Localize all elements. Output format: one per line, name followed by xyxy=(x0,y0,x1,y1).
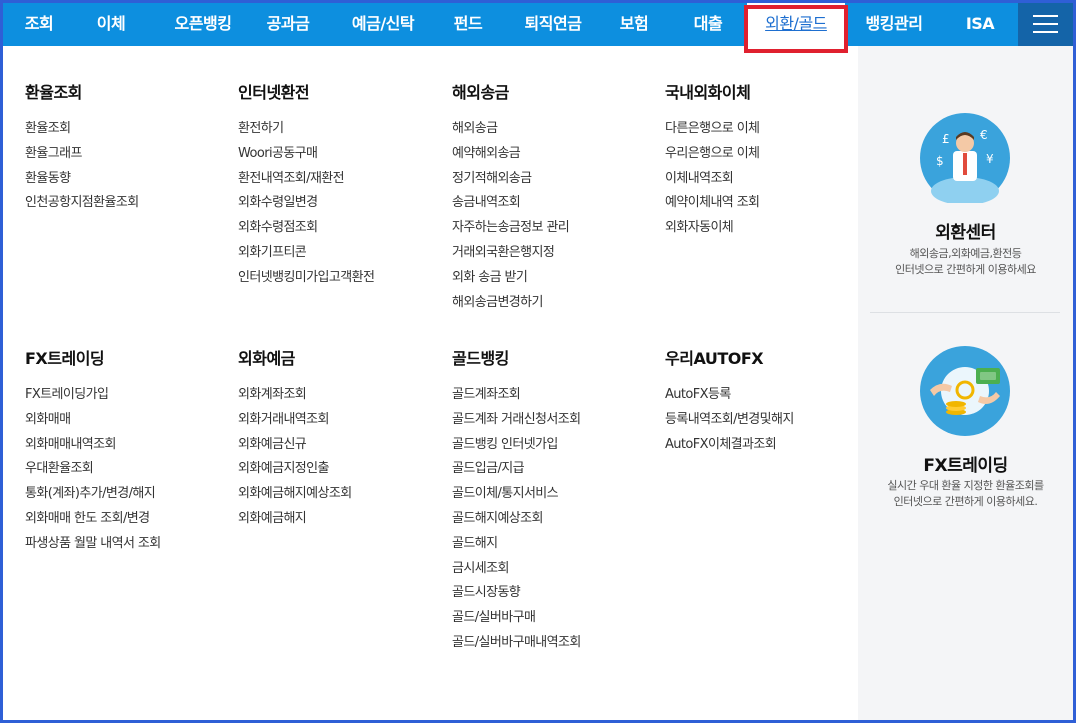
top-navigation: 조회 이체 오픈뱅킹 공과금 예금/신탁 펀드 퇴직연금 보험 대출 외환/골드… xyxy=(3,3,1073,46)
link-exchange-history[interactable]: 환전내역조회/재환전 xyxy=(238,167,374,192)
section-title: 우리AUTOFX xyxy=(665,349,764,368)
link-fx-gifticon[interactable]: 외화기프티콘 xyxy=(238,241,374,266)
nav-item-pension[interactable]: 퇴직연금 xyxy=(508,3,598,46)
nav-item-fx-gold[interactable]: 외환/골드 xyxy=(747,3,845,46)
link-frequent-remittance[interactable]: 자주하는송금정보 관리 xyxy=(452,216,570,241)
link-autofx-result[interactable]: AutoFX이체결과조회 xyxy=(665,433,794,458)
svg-text:£: £ xyxy=(942,132,950,146)
link-remittance-history[interactable]: 송금내역조회 xyxy=(452,191,569,216)
link-fx-trade-history[interactable]: 외화매매내역조회 xyxy=(25,433,161,458)
section-title: 인터넷환전 xyxy=(238,83,310,102)
svg-text:¥: ¥ xyxy=(986,152,994,166)
link-designated-bank[interactable]: 거래외국환은행지정 xyxy=(452,241,569,266)
panel-desc-line1: 해외송금,외화예금,환전등 xyxy=(909,247,1022,260)
section-title: 외화예금 xyxy=(238,349,295,368)
link-receive-remittance[interactable]: 외화 송금 받기 xyxy=(452,266,569,291)
side-promo-panel: £ € $ ¥ 외환센터 해외송금,외화예금,환전등 인터넷으로 간편하게 이용… xyxy=(858,46,1073,720)
link-currency-account-change[interactable]: 통화(계좌)추가/변경/해지 xyxy=(25,482,161,507)
section-domestic-fx-transfer: 국내외화이체 다른은행으로 이체 우리은행으로 이체 이체내역조회 예약이체내역… xyxy=(665,83,760,241)
link-exchange-rate-trend[interactable]: 환율동향 xyxy=(25,167,139,192)
link-fx-trade-limit[interactable]: 외화매매 한도 조회/변경 xyxy=(25,507,161,532)
link-gold-transfer-notice[interactable]: 골드이체/통지서비스 xyxy=(452,482,581,507)
link-fx-deposit-withdrawal[interactable]: 외화예금지정인출 xyxy=(238,457,352,482)
nav-item-insurance[interactable]: 보험 xyxy=(603,3,665,46)
link-gold-deposit-withdraw[interactable]: 골드입금/지급 xyxy=(452,457,581,482)
nav-item-isa[interactable]: ISA xyxy=(947,3,1013,46)
link-incheon-airport-rate[interactable]: 인천공항지점환율조회 xyxy=(25,191,139,216)
link-scheduled-remittance[interactable]: 예약해외송금 xyxy=(452,142,569,167)
link-change-receipt-date[interactable]: 외화수령일변경 xyxy=(238,191,374,216)
link-gold-market-trend[interactable]: 골드시장동향 xyxy=(452,581,581,606)
nav-item-banking-management[interactable]: 뱅킹관리 xyxy=(853,3,935,46)
link-autofx-register[interactable]: AutoFX등록 xyxy=(665,383,794,408)
link-overseas-remittance[interactable]: 해외송금 xyxy=(452,117,569,142)
link-transfer-other-bank[interactable]: 다른은행으로 이체 xyxy=(665,117,760,142)
link-exchange-now[interactable]: 환전하기 xyxy=(238,117,374,142)
link-fx-trading-signup[interactable]: FX트레이딩가입 xyxy=(25,383,161,408)
link-fx-auto-transfer[interactable]: 외화자동이체 xyxy=(665,216,759,241)
link-derivatives-statement[interactable]: 파생상품 월말 내역서 조회 xyxy=(25,532,161,557)
section-overseas-remittance: 해외송금 해외송금 예약해외송금 정기적해외송금 송금내역조회 자주하는송금정보… xyxy=(452,83,570,316)
section-title: 환율조회 xyxy=(25,83,82,102)
section-internet-exchange: 인터넷환전 환전하기 Woori공동구매 환전내역조회/재환전 외화수령일변경 … xyxy=(238,83,375,291)
nav-item-loan[interactable]: 대출 xyxy=(677,3,739,46)
section-fx-deposit: 외화예금 외화계좌조회 외화거래내역조회 외화예금신규 외화예금지정인출 외화예… xyxy=(238,349,352,532)
link-change-remittance[interactable]: 해외송금변경하기 xyxy=(452,291,569,316)
link-fx-account-inquiry[interactable]: 외화계좌조회 xyxy=(238,383,352,408)
link-scheduled-transfer-history[interactable]: 예약이체내역 조회 xyxy=(665,191,760,216)
section-title: 해외송금 xyxy=(452,83,509,102)
link-gold-cancel[interactable]: 골드해지 xyxy=(452,532,581,557)
link-nonmember-exchange[interactable]: 인터넷뱅킹미가입고객환전 xyxy=(238,266,375,291)
panel-divider xyxy=(870,312,1060,313)
section-exchange-rate: 환율조회 환율조회 환율그래프 환율동향 인천공항지점환율조회 xyxy=(25,83,139,216)
link-gold-signup[interactable]: 골드뱅킹 인터넷가입 xyxy=(452,433,581,458)
link-gold-price[interactable]: 금시세조회 xyxy=(452,557,581,582)
link-exchange-rate-graph[interactable]: 환율그래프 xyxy=(25,142,139,167)
link-fx-deposit-cancel-estimate[interactable]: 외화예금해지예상조회 xyxy=(238,482,352,507)
svg-text:€: € xyxy=(980,128,988,142)
nav-item-open-banking[interactable]: 오픈뱅킹 xyxy=(153,3,253,46)
link-transfer-woori-bank[interactable]: 우리은행으로 이체 xyxy=(665,142,760,167)
link-woori-group-buy[interactable]: Woori공동구매 xyxy=(238,142,374,167)
currency-businessman-illustration: £ € $ ¥ xyxy=(931,128,999,205)
nav-item-fund[interactable]: 펀드 xyxy=(438,3,498,46)
link-transfer-history[interactable]: 이체내역조회 xyxy=(665,167,759,192)
currency-businessman-icon[interactable]: £ € $ ¥ xyxy=(920,113,1010,205)
panel-desc-line2: 인터넷으로 간편하게 이용하세요 xyxy=(895,263,1036,276)
money-exchange-icon[interactable] xyxy=(920,346,1010,436)
link-receipt-branch[interactable]: 외화수령점조회 xyxy=(238,216,374,241)
link-fx-deposit-new[interactable]: 외화예금신규 xyxy=(238,433,352,458)
window-frame: 조회 이체 오픈뱅킹 공과금 예금/신탁 펀드 퇴직연금 보험 대출 외환/골드… xyxy=(0,0,1076,723)
hamburger-menu-icon[interactable] xyxy=(1018,3,1073,46)
link-fx-transaction-history[interactable]: 외화거래내역조회 xyxy=(238,408,352,433)
nav-item-public-charges[interactable]: 공과금 xyxy=(253,3,323,46)
link-autofx-manage[interactable]: 등록내역조회/변경및해지 xyxy=(665,408,794,433)
link-gold-silver-bar-buy[interactable]: 골드/실버바구매 xyxy=(452,606,581,631)
nav-item-transfer[interactable]: 이체 xyxy=(75,3,147,46)
link-regular-remittance[interactable]: 정기적해외송금 xyxy=(452,167,569,192)
svg-text:$: $ xyxy=(936,154,944,168)
link-fx-deposit-cancel[interactable]: 외화예금해지 xyxy=(238,507,352,532)
money-exchange-illustration xyxy=(930,367,1000,415)
link-gold-application[interactable]: 골드계좌 거래신청서조회 xyxy=(452,408,581,433)
nav-item-deposit-trust[interactable]: 예금/신탁 xyxy=(333,3,433,46)
link-gold-cancel-estimate[interactable]: 골드해지예상조회 xyxy=(452,507,581,532)
section-woori-autofx: 우리AUTOFX AutoFX등록 등록내역조회/변경및해지 AutoFX이체결… xyxy=(665,349,794,457)
section-title: FX트레이딩 xyxy=(25,349,105,368)
section-title: 골드뱅킹 xyxy=(452,349,509,368)
link-gold-silver-bar-history[interactable]: 골드/실버바구매내역조회 xyxy=(452,631,581,656)
link-gold-account[interactable]: 골드계좌조회 xyxy=(452,383,581,408)
panel-desc-line1: 실시간 우대 환율 지정한 환율조회를 xyxy=(887,479,1044,492)
nav-item-inquiry[interactable]: 조회 xyxy=(3,3,75,46)
link-exchange-rate-inquiry[interactable]: 환율조회 xyxy=(25,117,139,142)
section-fx-trading: FX트레이딩 FX트레이딩가입 외화매매 외화매매내역조회 우대환율조회 통화(… xyxy=(25,349,161,557)
link-fx-trade[interactable]: 외화매매 xyxy=(25,408,161,433)
link-preferential-rate[interactable]: 우대환율조회 xyxy=(25,457,161,482)
section-gold-banking: 골드뱅킹 골드계좌조회 골드계좌 거래신청서조회 골드뱅킹 인터넷가입 골드입금… xyxy=(452,349,581,656)
panel-title-fx-trading[interactable]: FX트레이딩 xyxy=(858,451,1073,476)
section-title: 국내외화이체 xyxy=(665,83,751,102)
panel-title-fx-center[interactable]: 외환센터 xyxy=(858,218,1073,243)
panel-desc-line2: 인터넷으로 간편하게 이용하세요. xyxy=(893,495,1038,508)
